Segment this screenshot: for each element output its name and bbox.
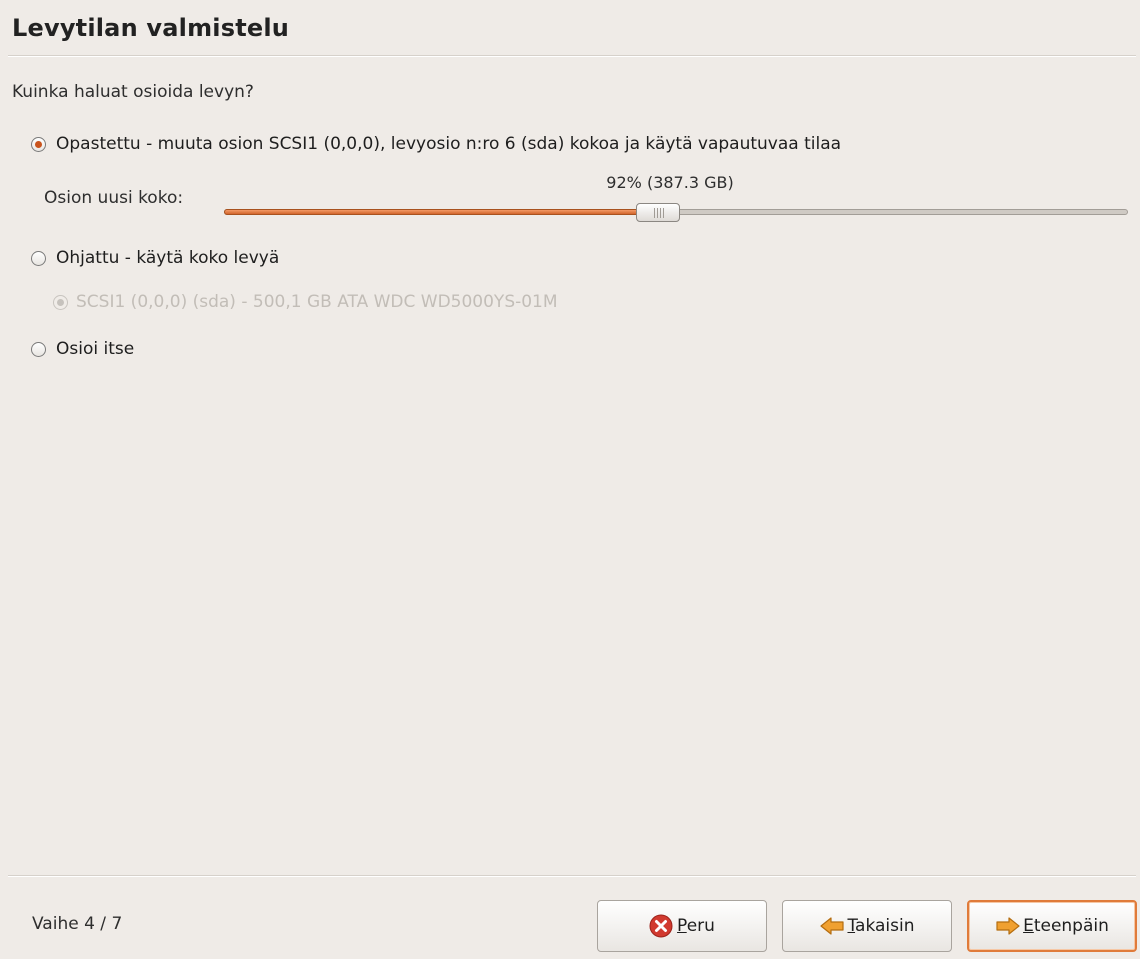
option-guided-whole-disk-label: Ohjattu - käytä koko levyä [56, 248, 280, 268]
option-guided-whole-disk[interactable]: Ohjattu - käytä koko levyä [31, 248, 279, 268]
back-button-label: Takaisin [847, 916, 915, 936]
option-manual[interactable]: Osioi itse [31, 339, 134, 359]
size-slider-handle[interactable] [635, 203, 680, 222]
cancel-button-label: Peru [677, 916, 715, 936]
option-disk-sda: SCSI1 (0,0,0) (sda) - 500,1 GB ATA WDC W… [53, 292, 558, 312]
option-guided-resize-label: Opastettu - muuta osion SCSI1 (0,0,0), l… [56, 134, 842, 154]
forward-button-label: Eteenpäin [1023, 916, 1109, 936]
radio-manual[interactable] [31, 341, 46, 357]
option-manual-label: Osioi itse [56, 339, 135, 359]
option-guided-resize[interactable]: Opastettu - muuta osion SCSI1 (0,0,0), l… [31, 134, 841, 154]
new-size-value: 92% (387.3 GB) [606, 173, 734, 192]
step-indicator: Vaihe 4 / 7 [32, 914, 123, 934]
cancel-button[interactable]: Peru [597, 900, 767, 952]
title-divider [8, 55, 1136, 57]
radio-disk-sda [53, 294, 68, 310]
radio-guided-whole-disk[interactable] [31, 250, 46, 266]
radio-guided-resize[interactable] [31, 136, 46, 152]
forward-arrow-icon [995, 914, 1020, 938]
size-slider-fill [224, 209, 658, 215]
forward-button[interactable]: Eteenpäin [967, 900, 1137, 952]
cancel-icon [649, 914, 673, 938]
back-button[interactable]: Takaisin [782, 900, 952, 952]
question-label: Kuinka haluat osioida levyn? [12, 82, 254, 102]
new-size-label: Osion uusi koko: [44, 188, 184, 208]
footer-divider [8, 875, 1136, 877]
option-disk-sda-label: SCSI1 (0,0,0) (sda) - 500,1 GB ATA WDC W… [76, 292, 558, 312]
page-title: Levytilan valmistelu [12, 14, 290, 42]
partition-dialog: Levytilan valmistelu Kuinka haluat osioi… [0, 0, 1140, 959]
grip-icon [653, 208, 664, 218]
back-arrow-icon [819, 914, 845, 938]
